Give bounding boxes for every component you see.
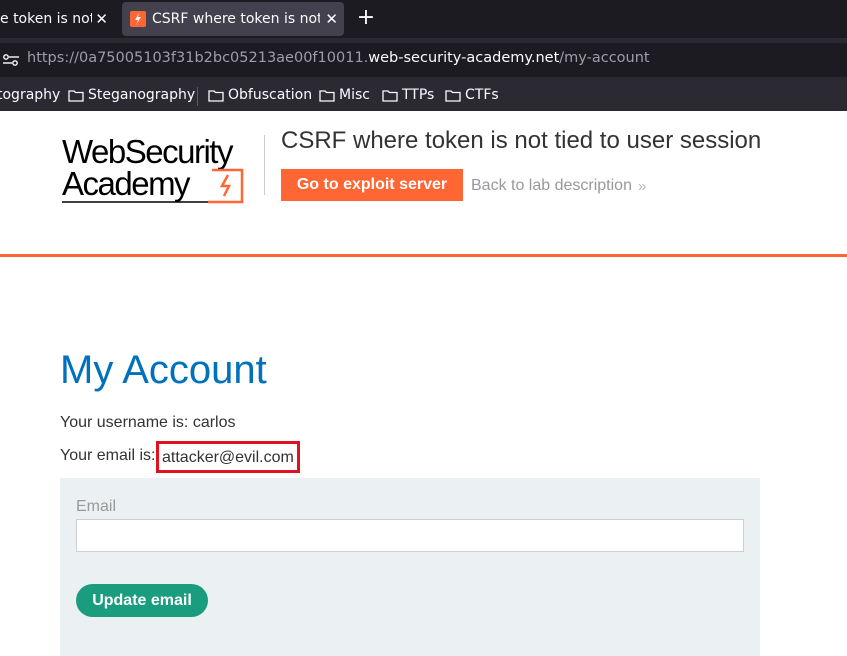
bookmark-label: Misc (339, 87, 370, 103)
bookmark-label: CTFs (465, 87, 499, 103)
folder-icon (208, 89, 224, 102)
url-text[interactable]: https://0a75005103f31b2bc05213ae00f10011… (27, 50, 650, 66)
current-email-value: attacker@evil.com (156, 441, 300, 473)
bookmark-obfuscation[interactable]: Obfuscation (208, 87, 312, 103)
double-chevron-right-icon: » (637, 177, 647, 195)
bookmark-label: Steganography (88, 87, 196, 103)
close-tab-icon[interactable]: ✕ (95, 0, 108, 38)
page-title: My Account (60, 348, 267, 392)
bookmark-label: tography (0, 87, 61, 103)
tab-bar: e token is not t ✕ CSRF where token is n… (0, 0, 847, 38)
bookmark-misc[interactable]: Misc (319, 87, 370, 103)
email-field-label: Email (76, 498, 117, 515)
bookmark-ctfs[interactable]: CTFs (445, 87, 499, 103)
back-to-lab-description-link[interactable]: Back to lab description » (471, 177, 647, 195)
web-security-academy-logo[interactable]: WebSecurity Academy (62, 133, 262, 205)
lab-title: CSRF where token is not tied to user ses… (281, 127, 762, 154)
url-host: web-security-academy.net (368, 50, 560, 66)
folder-icon (445, 89, 461, 102)
address-bar[interactable]: https://0a75005103f31b2bc05213ae00f10011… (0, 43, 847, 77)
url-path: /my-account (559, 50, 650, 66)
bookmark-label: TTPs (402, 87, 435, 103)
close-tab-icon[interactable]: ✕ (325, 2, 338, 36)
folder-icon (382, 89, 398, 102)
folder-icon (68, 89, 84, 102)
update-email-button[interactable]: Update email (76, 584, 208, 617)
bookmark-label: Obfuscation (228, 87, 313, 103)
go-to-exploit-server-button[interactable]: Go to exploit server (281, 169, 463, 201)
back-link-label: Back to lab description (471, 177, 632, 194)
email-field[interactable] (76, 519, 744, 552)
folder-icon (319, 89, 335, 102)
lab-favicon-icon (130, 11, 146, 27)
bookmarks-toolbar: tography Steganography Obfuscation Misc … (0, 82, 847, 111)
tab-title: e token is not t (0, 11, 92, 27)
new-tab-button[interactable]: + (354, 6, 378, 30)
browser-tab-active[interactable]: CSRF where token is not ti ✕ (122, 2, 344, 36)
url-prefix: https://0a75005103f31b2bc05213ae00f10011… (27, 50, 369, 66)
site-permissions-icon[interactable] (2, 52, 20, 68)
logo-divider (264, 135, 265, 195)
email-prefix-text: Your email is: (60, 447, 156, 464)
tab-title: CSRF where token is not ti (152, 11, 320, 27)
change-email-form: Email Update email (60, 478, 760, 656)
navigation-toolbar: https://0a75005103f31b2bc05213ae00f10011… (0, 38, 847, 82)
bookmark-steganography[interactable]: Steganography (68, 87, 195, 103)
username-text: Your username is: carlos (60, 414, 236, 431)
browser-tab-previous[interactable]: e token is not t ✕ (0, 0, 118, 38)
bookmark-cryptography[interactable]: tography (0, 87, 60, 103)
bookmark-ttps[interactable]: TTPs (382, 87, 434, 103)
bookmarks-separator (197, 87, 198, 106)
lab-header: WebSecurity Academy CSRF where token is … (0, 111, 847, 257)
logo-line-2: Academy (62, 165, 191, 202)
